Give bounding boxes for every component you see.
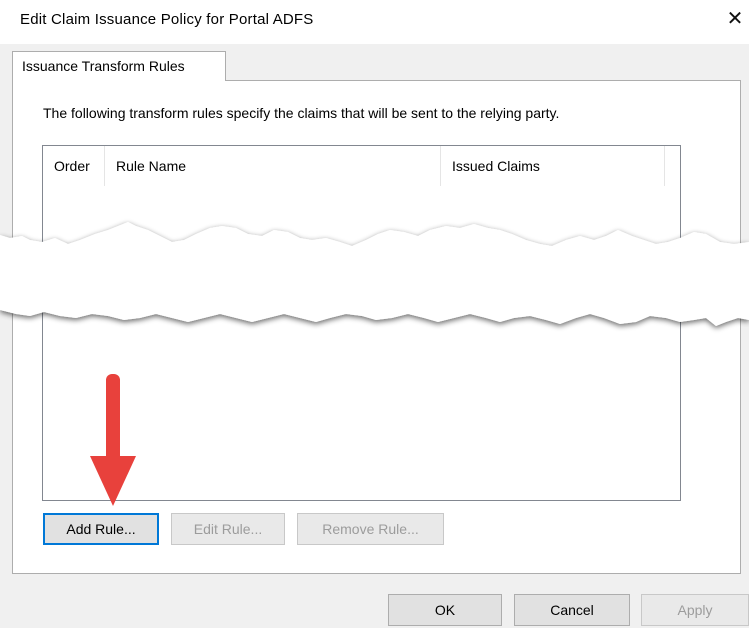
apply-button[interactable]: Apply xyxy=(641,594,749,626)
add-rule-button[interactable]: Add Rule... xyxy=(43,513,159,545)
red-arrow-annotation xyxy=(90,374,136,506)
tab-issuance-transform-rules[interactable]: Issuance Transform Rules xyxy=(12,51,226,81)
dialog-title-bar: Edit Claim Issuance Policy for Portal AD… xyxy=(0,0,749,44)
arrow-shaft xyxy=(106,374,120,470)
column-header-order[interactable]: Order xyxy=(43,146,105,186)
arrow-head xyxy=(90,456,136,506)
edit-rule-button[interactable]: Edit Rule... xyxy=(171,513,285,545)
panel-description: The following transform rules specify th… xyxy=(43,105,560,121)
close-icon[interactable]: ✕ xyxy=(722,6,748,32)
torn-edge-overlay xyxy=(0,222,749,326)
cancel-button[interactable]: Cancel xyxy=(514,594,630,626)
column-header-issued-claims[interactable]: Issued Claims xyxy=(441,146,665,186)
remove-rule-button[interactable]: Remove Rule... xyxy=(297,513,444,545)
ok-button[interactable]: OK xyxy=(388,594,502,626)
column-header-rule-name[interactable]: Rule Name xyxy=(105,146,441,186)
dialog-title: Edit Claim Issuance Policy for Portal AD… xyxy=(20,11,314,28)
